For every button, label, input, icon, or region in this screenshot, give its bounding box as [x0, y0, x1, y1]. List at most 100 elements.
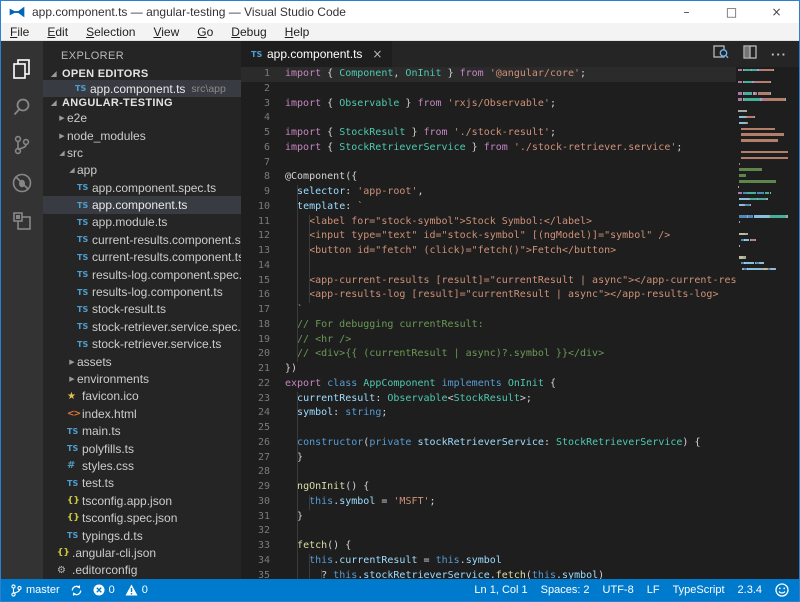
tree-item--angular-cli-json[interactable]: {}.angular-cli.json: [43, 544, 241, 561]
code-line-28[interactable]: 28: [241, 465, 736, 480]
tree-item-current-results-component-spec-ts[interactable]: TScurrent-results.component.spec.ts: [43, 231, 241, 248]
tree-item-results-log-component-spec-ts[interactable]: TSresults-log.component.spec.ts: [43, 266, 241, 283]
status-utf-8[interactable]: UTF-8: [603, 584, 634, 596]
tree-item-polyfills-ts[interactable]: TSpolyfills.ts: [43, 440, 241, 457]
tree-item-app-module-ts[interactable]: TSapp.module.ts: [43, 214, 241, 231]
tree-item-app-component-spec-ts[interactable]: TSapp.component.spec.ts: [43, 179, 241, 196]
code-line-33[interactable]: 33 fetch() {: [241, 539, 736, 554]
tree-item-styles-css[interactable]: #styles.css: [43, 457, 241, 474]
tree-item-node-modules[interactable]: ▶node_modules: [43, 127, 241, 144]
close-button[interactable]: ×: [754, 1, 799, 23]
code-line-7[interactable]: 7: [241, 156, 736, 171]
status-2-3-4[interactable]: 2.3.4: [738, 584, 762, 596]
tree-item-index-html[interactable]: <>index.html: [43, 405, 241, 422]
status-warnings[interactable]: 0: [125, 584, 148, 596]
code-line-21[interactable]: 21}): [241, 362, 736, 377]
code-line-6[interactable]: 6import { StockRetrieverService } from '…: [241, 141, 736, 156]
code-line-8[interactable]: 8@Component({: [241, 170, 736, 185]
more-actions-icon[interactable]: ···: [771, 47, 787, 62]
tree-item-tsconfig-app-json[interactable]: {}tsconfig.app.json: [43, 492, 241, 509]
code-line-18[interactable]: 18 // For debugging currentResult:: [241, 318, 736, 333]
open-preview-icon[interactable]: [713, 45, 729, 64]
project-header[interactable]: ◢ ANGULAR-TESTING: [43, 97, 241, 109]
activity-search-icon[interactable]: [1, 88, 43, 126]
tree-item-favicon-ico[interactable]: ★favicon.ico: [43, 388, 241, 405]
code-line-31[interactable]: 31 }: [241, 510, 736, 525]
activity-debug-icon[interactable]: [1, 164, 43, 202]
code-line-35[interactable]: 35 ? this.stockRetrieverService.fetch(th…: [241, 569, 736, 580]
tree-item-label: tsconfig.app.json: [82, 494, 172, 508]
activity-explorer-icon[interactable]: [1, 50, 43, 88]
code-editor[interactable]: 1import { Component, OnInit } from '@ang…: [241, 67, 736, 579]
code-line-17[interactable]: 17 `: [241, 303, 736, 318]
tab-app-component-ts[interactable]: TS app.component.ts ×: [241, 41, 392, 67]
tree-item-tsconfig-spec-json[interactable]: {}tsconfig.spec.json: [43, 509, 241, 526]
tree-item-e2e[interactable]: ▶e2e: [43, 109, 241, 126]
status-git-branch[interactable]: master: [11, 584, 60, 597]
tree-item-current-results-component-ts[interactable]: TScurrent-results.component.ts: [43, 249, 241, 266]
open-editors-header[interactable]: ◢ OPEN EDITORS: [43, 68, 241, 80]
tree-item-stock-result-ts[interactable]: TSstock-result.ts: [43, 301, 241, 318]
code-line-23[interactable]: 23 currentResult: Observable<StockResult…: [241, 392, 736, 407]
code-line-16[interactable]: 16 <app-results-log [result]="currentRes…: [241, 288, 736, 303]
code-line-3[interactable]: 3import { Observable } from 'rxjs/Observ…: [241, 97, 736, 112]
tree-item-results-log-component-ts[interactable]: TSresults-log.component.ts: [43, 283, 241, 300]
menu-debug[interactable]: Debug: [222, 25, 275, 39]
status-errors[interactable]: 0: [93, 584, 115, 596]
code-line-1[interactable]: 1import { Component, OnInit } from '@ang…: [241, 67, 736, 82]
code-line-2[interactable]: 2: [241, 82, 736, 97]
code-line-24[interactable]: 24 symbol: string;: [241, 406, 736, 421]
tree-item--editorconfig[interactable]: ⚙.editorconfig: [43, 562, 241, 579]
code-line-30[interactable]: 30 this.symbol = 'MSFT';: [241, 495, 736, 510]
status-typescript[interactable]: TypeScript: [673, 584, 725, 596]
activity-source-control-icon[interactable]: [1, 126, 43, 164]
code-line-29[interactable]: 29 ngOnInit() {: [241, 480, 736, 495]
code-line-22[interactable]: 22export class AppComponent implements O…: [241, 377, 736, 392]
code-line-20[interactable]: 20 // <div>{{ (currentResult | async)?.s…: [241, 347, 736, 362]
tab-close-icon[interactable]: ×: [372, 47, 382, 61]
code-line-5[interactable]: 5import { StockResult } from './stock-re…: [241, 126, 736, 141]
code-line-19[interactable]: 19 // <hr />: [241, 333, 736, 348]
maximize-button[interactable]: □: [709, 1, 754, 23]
menu-edit[interactable]: Edit: [38, 25, 77, 39]
code-line-12[interactable]: 12 <input type="text" id="stock-symbol" …: [241, 229, 736, 244]
tree-item-environments[interactable]: ▶environments: [43, 370, 241, 387]
status-sync[interactable]: [70, 584, 83, 597]
code-line-34[interactable]: 34 this.currentResult = this.symbol: [241, 554, 736, 569]
status-spaces-2[interactable]: Spaces: 2: [541, 584, 590, 596]
menu-help[interactable]: Help: [276, 25, 319, 39]
tree-item-app-component-ts[interactable]: TSapp.component.ts: [43, 196, 241, 213]
tree-item-test-ts[interactable]: TStest.ts: [43, 475, 241, 492]
status-ln-1-col-1[interactable]: Ln 1, Col 1: [474, 584, 527, 596]
code-line-32[interactable]: 32: [241, 524, 736, 539]
status-lf[interactable]: LF: [647, 584, 660, 596]
menu-file[interactable]: File: [1, 25, 38, 39]
tree-item-typings-d-ts[interactable]: TStypings.d.ts: [43, 527, 241, 544]
activity-extensions-icon[interactable]: [1, 202, 43, 240]
open-editor-item[interactable]: TSapp.component.tssrc\app: [43, 80, 241, 97]
code-line-14[interactable]: 14: [241, 259, 736, 274]
tree-item-stock-retriever-service-ts[interactable]: TSstock-retriever.service.ts: [43, 336, 241, 353]
code-line-27[interactable]: 27 }: [241, 451, 736, 466]
code-line-25[interactable]: 25: [241, 421, 736, 436]
minimap[interactable]: [736, 67, 788, 579]
split-editor-icon[interactable]: [743, 45, 757, 64]
menu-selection[interactable]: Selection: [77, 25, 144, 39]
editor-scrollbar[interactable]: [788, 67, 799, 579]
tree-item-assets[interactable]: ▶assets: [43, 353, 241, 370]
code-line-10[interactable]: 10 template: `: [241, 200, 736, 215]
tree-item-app[interactable]: ◢app: [43, 162, 241, 179]
menu-view[interactable]: View: [144, 25, 188, 39]
code-line-9[interactable]: 9 selector: 'app-root',: [241, 185, 736, 200]
menu-go[interactable]: Go: [188, 25, 222, 39]
code-line-13[interactable]: 13 <button id="fetch" (click)="fetch()">…: [241, 244, 736, 259]
code-line-4[interactable]: 4: [241, 111, 736, 126]
tree-item-src[interactable]: ◢src: [43, 144, 241, 161]
code-line-11[interactable]: 11 <label for="stock-symbol">Stock Symbo…: [241, 215, 736, 230]
tree-item-main-ts[interactable]: TSmain.ts: [43, 422, 241, 439]
tree-item-stock-retriever-service-spec-ts[interactable]: TSstock-retriever.service.spec.ts: [43, 318, 241, 335]
minimize-button[interactable]: –: [664, 1, 709, 23]
code-line-26[interactable]: 26 constructor(private stockRetrieverSer…: [241, 436, 736, 451]
code-line-15[interactable]: 15 <app-current-results [result]="curren…: [241, 274, 736, 289]
status-feedback-smiley[interactable]: [775, 583, 789, 597]
